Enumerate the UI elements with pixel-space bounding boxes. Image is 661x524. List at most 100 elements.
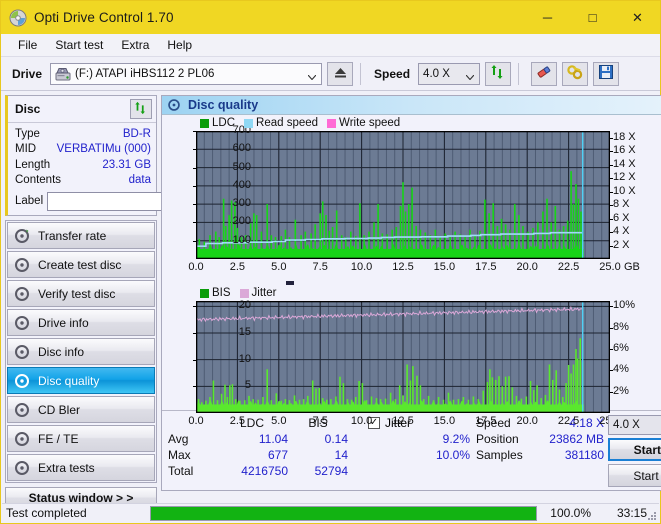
eject-button[interactable]: [327, 61, 354, 86]
sidebar-item-label: Verify test disc: [38, 286, 116, 301]
x-axis-tick: 12.5: [392, 261, 414, 273]
close-button[interactable]: ✕: [615, 1, 660, 34]
save-button[interactable]: [593, 61, 620, 86]
disc-row-value: VERBATIMu (000): [56, 143, 151, 156]
minimize-button[interactable]: ─: [525, 1, 570, 34]
disc-row-value: 23.31 GB: [102, 158, 151, 171]
maximize-button[interactable]: □: [570, 1, 615, 34]
legend-swatch: [327, 118, 337, 128]
x-axis-tick: 0.0: [188, 261, 204, 273]
stats-avg-ldc: 11.04: [258, 432, 288, 446]
stats-max-jitter: 10.0%: [435, 448, 470, 462]
y-axis-tickmark: [193, 204, 196, 206]
disc-refresh-button[interactable]: [130, 99, 152, 119]
toolbar-separator-2: [518, 62, 520, 85]
sidebar-item-cd-bler[interactable]: CD Bler: [7, 396, 155, 423]
window-title: Opti Drive Control 1.70: [34, 10, 174, 25]
drive-select-value: (F:) ATAPI iHBS112 2 PL06: [75, 67, 215, 80]
y-axis-tickmark: [610, 164, 613, 166]
legend-swatch: [239, 288, 249, 298]
disc-panel: Disc Type BD-R MID VERBATIMu (000) Lengt…: [5, 95, 219, 216]
disc-panel-header: Disc: [8, 96, 156, 123]
refresh-button[interactable]: [485, 61, 512, 86]
disc-row-key: Length: [15, 158, 51, 171]
y-axis-tickmark: [193, 240, 196, 242]
y-axis-tick-right: 6 X: [613, 211, 630, 224]
title-bar: Opti Drive Control 1.70 ─ □ ✕: [1, 1, 660, 34]
tools-button[interactable]: [562, 61, 589, 86]
disc-create-icon: [14, 256, 31, 273]
sidebar-item-extra-tests[interactable]: Extra tests: [7, 454, 155, 481]
y-axis-tick-left: 100: [232, 233, 251, 246]
x-axis-tick: 20.0: [516, 261, 538, 273]
y-axis-tick-left: 15: [238, 326, 251, 338]
disc-info-rows: Type BD-R MID VERBATIMu (000) Length 23.…: [8, 123, 219, 215]
status-bar: Test completed 100.0% 33:15: [2, 503, 659, 522]
x-axis-tick: 0.0: [188, 415, 204, 427]
disc-rate-icon: [14, 227, 31, 244]
sidebar-item-disc-quality[interactable]: Disc quality: [7, 367, 155, 394]
menu-file[interactable]: File: [9, 35, 46, 55]
y-axis-tick-left: 10: [238, 352, 251, 365]
y-axis-tick-right: 18 X: [613, 130, 636, 143]
stats-row-key: Max: [168, 448, 191, 462]
y-axis-tick-left: 200: [232, 215, 251, 228]
sidebar-item-fe-te[interactable]: FE / TE: [7, 425, 155, 452]
y-axis-tick-right: 12 X: [613, 171, 636, 184]
start-full-button[interactable]: Start full: [608, 438, 661, 461]
y-axis-tickmark: [610, 245, 613, 247]
disc-icon: [9, 9, 27, 27]
toolbar-separator-1: [360, 62, 362, 85]
legend-label: LDC: [212, 117, 236, 129]
menu-extra[interactable]: Extra: [112, 35, 158, 55]
sidebar-item-disc-info[interactable]: Disc info: [7, 338, 155, 365]
speed-select[interactable]: 4.0 X: [418, 62, 481, 85]
y-axis-tickmark: [610, 232, 613, 234]
disc-verify-icon: [14, 285, 31, 302]
y-axis-tickmark: [610, 178, 613, 180]
y-axis-tick-right: 4 X: [613, 225, 630, 238]
sidebar-item-transfer-rate[interactable]: Transfer rate: [7, 222, 155, 249]
stats-samples-value: 381180: [564, 448, 604, 462]
jitter-toggle[interactable]: ✓ Jitter: [368, 415, 476, 431]
test-speed-value: 4.0 X: [613, 419, 640, 431]
x-axis-tick: 2.5: [229, 415, 246, 427]
menu-start-test[interactable]: Start test: [46, 35, 112, 55]
stats-row-key: Avg: [168, 432, 189, 446]
legend-label: Read speed: [256, 117, 319, 129]
stats-samples-row: Samples 381180: [476, 447, 608, 463]
erase-button[interactable]: [531, 61, 558, 86]
start-part-button[interactable]: Start part: [608, 464, 661, 487]
sidebar-item-label: Extra tests: [38, 460, 95, 475]
x-axis-tick: 7.5: [312, 415, 328, 427]
y-axis-tickmark: [193, 222, 196, 224]
disc-quality-icon: [167, 98, 181, 112]
eraser-icon: [536, 65, 552, 82]
status-text: Test completed: [6, 506, 87, 520]
legend-label: Write speed: [339, 117, 401, 129]
stats-samples-key: Samples: [476, 448, 523, 462]
disc-extra-icon: [14, 459, 31, 476]
legend-extra-marker: [286, 281, 294, 285]
y-axis-tickmark: [610, 327, 613, 329]
y-axis-tickmark: [193, 149, 196, 151]
sidebar-item-label: Create test disc: [38, 257, 122, 272]
test-speed-select[interactable]: 4.0 X: [608, 415, 661, 435]
x-axis-tick: 12.5: [392, 415, 414, 427]
menu-help[interactable]: Help: [158, 35, 201, 55]
sidebar-item-create-test-disc[interactable]: Create test disc: [7, 251, 155, 278]
y-axis-tickmark: [610, 151, 613, 153]
drive-select[interactable]: (F:) ATAPI iHBS112 2 PL06: [50, 62, 323, 85]
toolbar: Drive (F:) ATAPI iHBS112 2 PL06 Speed 4.…: [1, 57, 660, 91]
charts-container: LDC Read speed Write speed 700 600 500 400 300 2…: [162, 115, 661, 427]
x-axis-tick: 15.0: [433, 261, 456, 273]
legend-swatch: [244, 118, 254, 128]
stats-position-value: 23862 MB: [549, 432, 604, 446]
y-axis-tick-left: 5: [244, 379, 251, 392]
sidebar-item-drive-info[interactable]: Drive info: [7, 309, 155, 336]
speed-select-value: 4.0 X: [423, 67, 450, 80]
sidebar-item-verify-test-disc[interactable]: Verify test disc: [7, 280, 155, 307]
x-axis-tick: 17.5: [475, 261, 497, 273]
legend-label: Jitter: [251, 287, 277, 299]
resize-grip[interactable]: [647, 510, 657, 520]
